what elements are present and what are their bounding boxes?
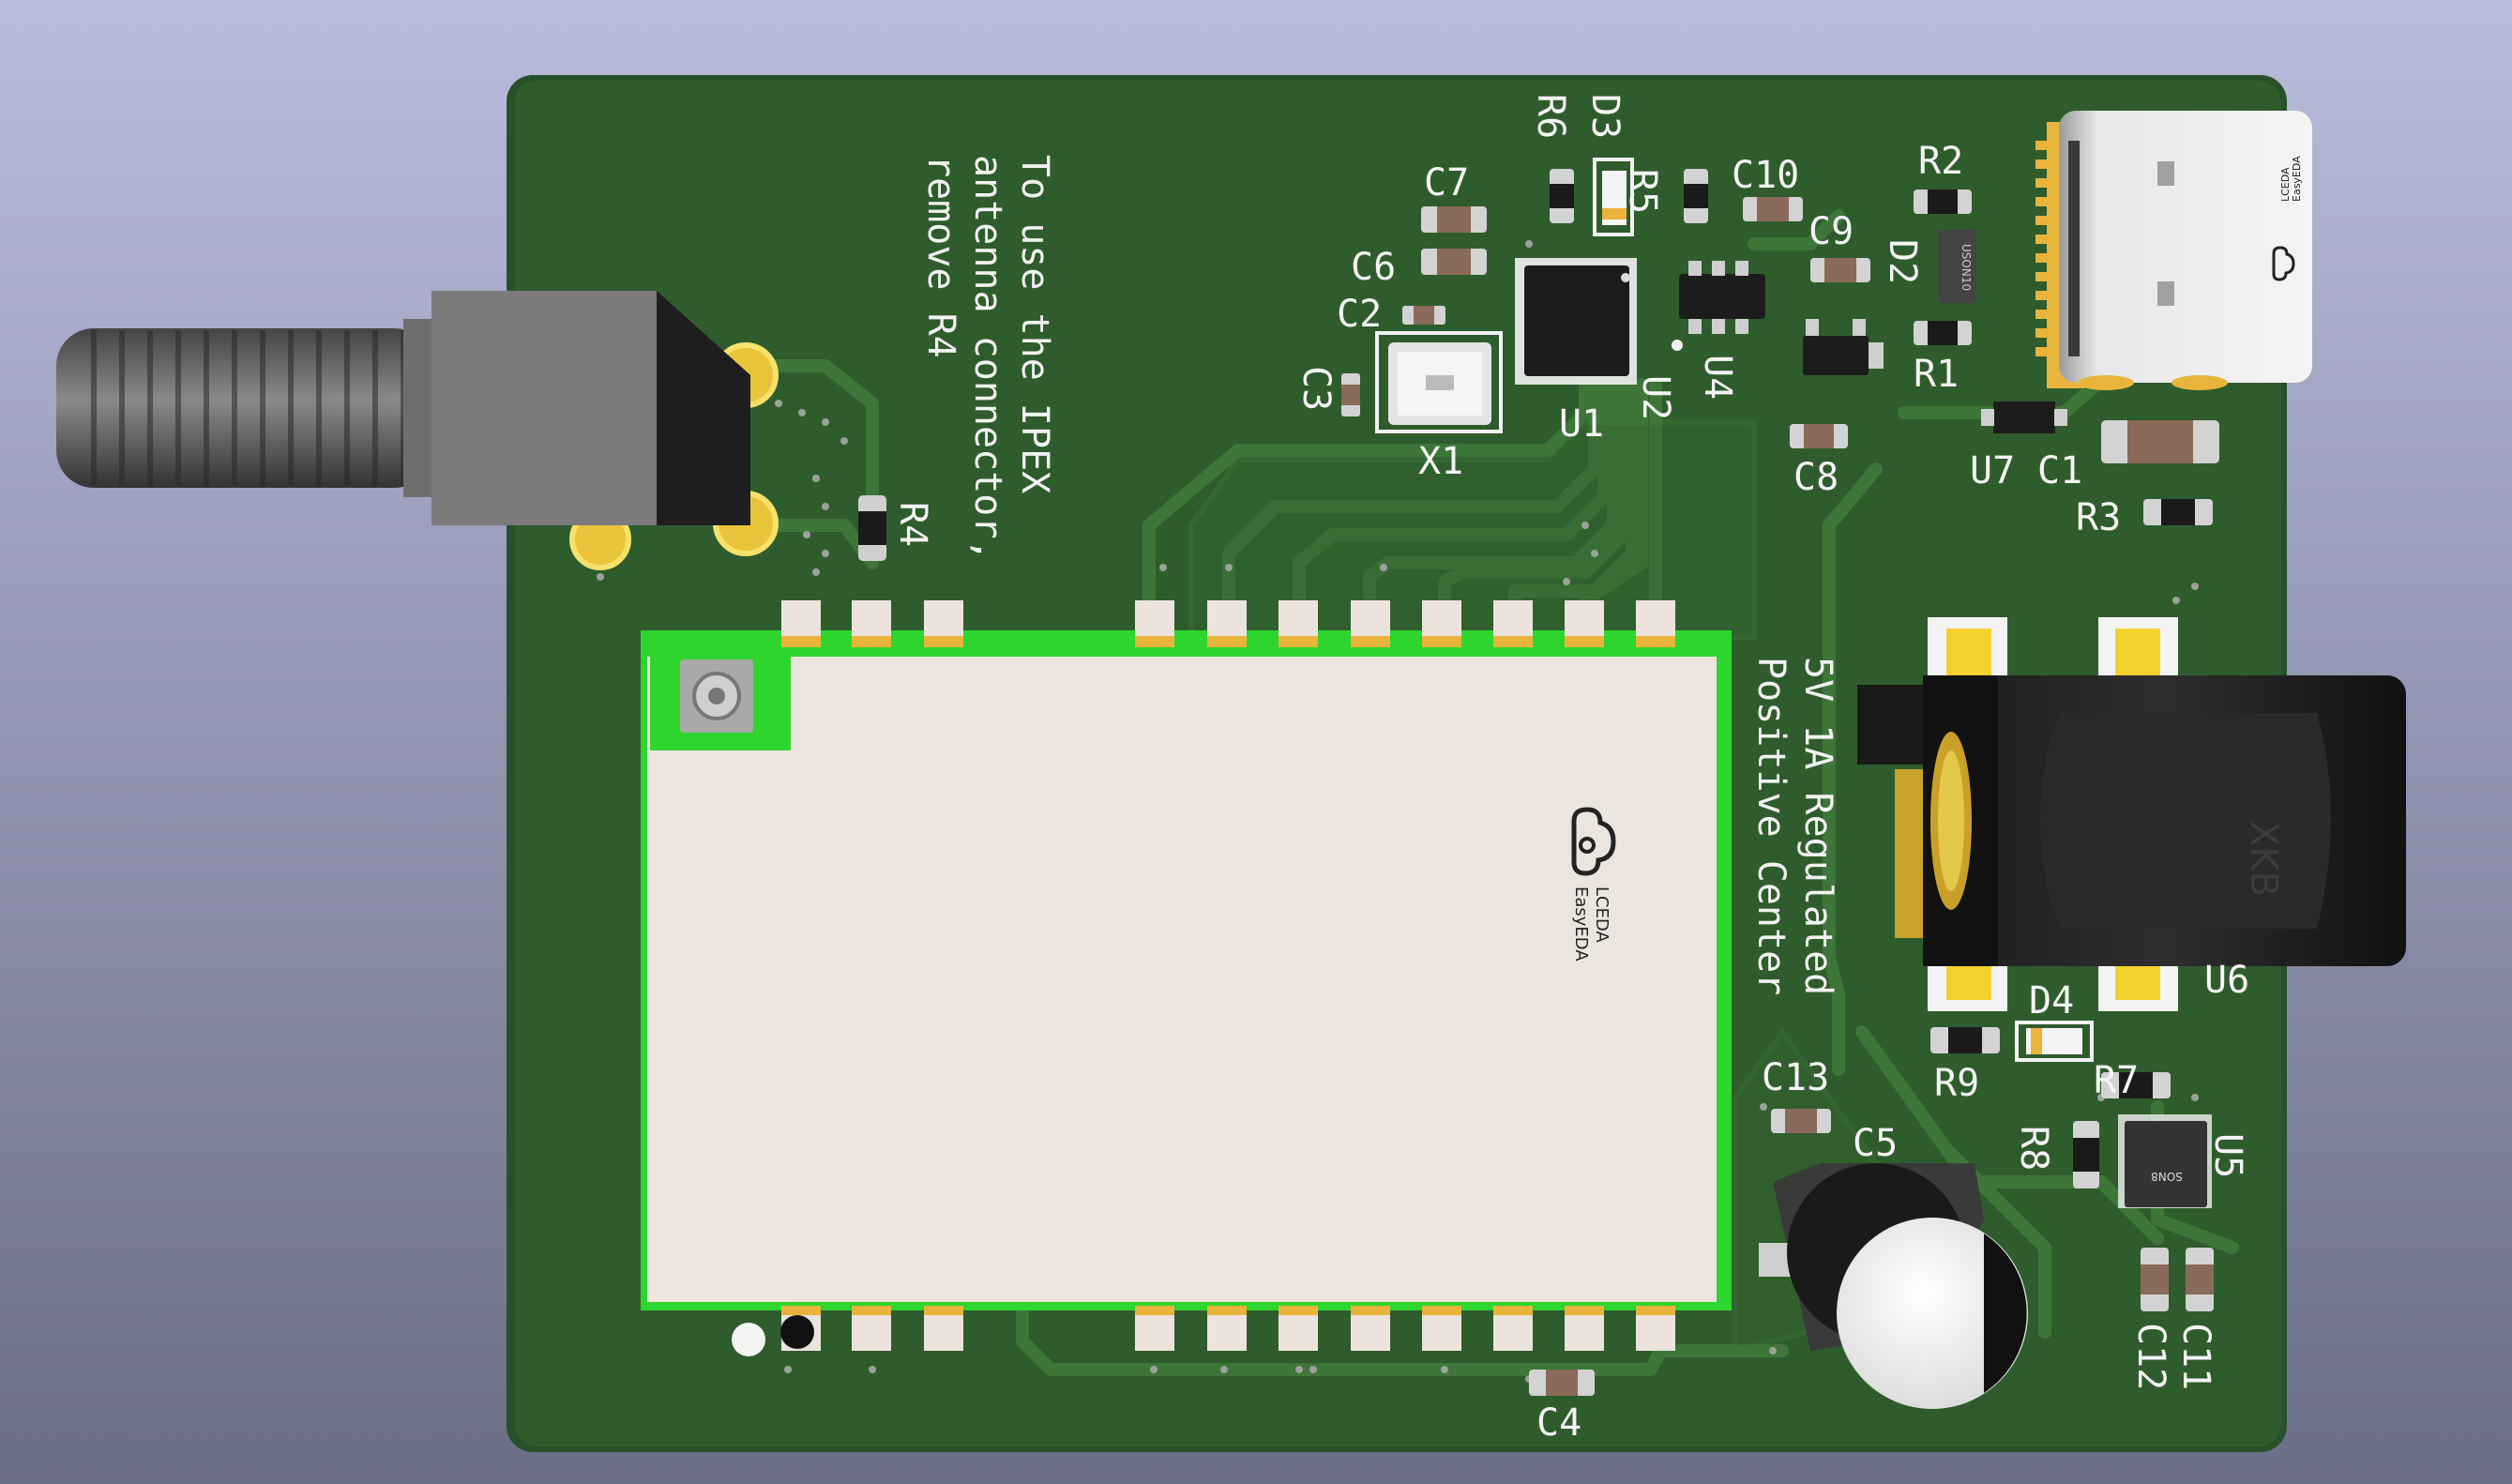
dc-barrel-jack: XKB xyxy=(1857,675,2406,966)
capacitor-C2 xyxy=(1402,306,1445,325)
resistor-R6 xyxy=(1550,169,1574,223)
label-C8: C8 xyxy=(1793,456,1839,499)
label-R8: R8 xyxy=(2012,1126,2055,1171)
ic-U1 xyxy=(1515,258,1637,385)
module-logo-line-2: EasyEDA xyxy=(1571,886,1591,962)
label-C6: C6 xyxy=(1351,246,1396,289)
resistor-R5 xyxy=(1684,169,1708,223)
module-logo-line-1: LCEDA xyxy=(1592,886,1612,944)
label-R5: R5 xyxy=(1621,169,1664,214)
pcb-3d-canvas[interactable]: To use the IPEX antenna connector, remov… xyxy=(0,0,2512,1484)
label-R1: R1 xyxy=(1914,353,1959,396)
label-C3: C3 xyxy=(1294,366,1338,411)
label-U2: U2 xyxy=(1634,375,1677,420)
crystal-X1 xyxy=(1375,331,1503,433)
label-R4: R4 xyxy=(891,502,934,547)
label-C5: C5 xyxy=(1853,1122,1898,1165)
ic-U7 xyxy=(1981,401,2067,433)
capacitor-C12 xyxy=(2141,1248,2169,1311)
label-R6: R6 xyxy=(1529,94,1572,139)
resistor-R8 xyxy=(2073,1121,2099,1189)
jack-marking: XKB xyxy=(2242,821,2285,897)
label-U7: U7 xyxy=(1970,449,2015,492)
label-C4: C4 xyxy=(1536,1401,1581,1445)
label-R7: R7 xyxy=(2094,1059,2139,1102)
ipex-note-line-1: To use the IPEX xyxy=(1013,155,1056,493)
capacitor-C4 xyxy=(1529,1370,1595,1396)
resistor-R3 xyxy=(2143,499,2213,525)
pcb-3d-viewer[interactable]: To use the IPEX antenna connector, remov… xyxy=(0,0,2512,1484)
capacitor-C6 xyxy=(1421,249,1487,275)
label-C11: C11 xyxy=(2174,1323,2217,1390)
d2-marking: USON10 xyxy=(1960,244,1973,291)
label-U5: U5 xyxy=(2206,1133,2249,1178)
label-R9: R9 xyxy=(1934,1062,1979,1105)
label-C1: C1 xyxy=(2037,449,2082,492)
label-C2: C2 xyxy=(1337,293,1382,336)
capacitor-C1 xyxy=(2101,420,2219,463)
wireless-module: LCEDA EasyEDA xyxy=(641,630,1732,1310)
label-R2: R2 xyxy=(1918,140,1963,183)
capacitor-C3 xyxy=(1341,373,1360,416)
ipex-note-line-2: antenna connector, xyxy=(966,155,1009,561)
label-U4: U4 xyxy=(1696,355,1739,400)
label-C13: C13 xyxy=(1762,1056,1829,1099)
capacitor-C10 xyxy=(1743,197,1803,221)
resistor-R4 xyxy=(858,495,886,561)
capacitor-C13 xyxy=(1771,1109,1831,1133)
label-R3: R3 xyxy=(2076,496,2121,539)
resistor-R1 xyxy=(1914,321,1972,345)
label-U6: U6 xyxy=(2204,959,2249,1002)
label-D4: D4 xyxy=(2029,979,2074,1022)
label-C10: C10 xyxy=(1732,154,1799,197)
label-C9: C9 xyxy=(1808,210,1854,253)
label-D3: D3 xyxy=(1583,94,1627,139)
usb-c-connector: LCEDA EasyEDA xyxy=(2035,111,2312,390)
power-note-line-2: Positive Center xyxy=(1749,657,1793,995)
diode-D2: USON10 xyxy=(1937,230,1976,303)
power-note-line-1: 5V 1A Regulated xyxy=(1796,657,1839,995)
label-U1: U1 xyxy=(1559,402,1604,446)
capacitor-C8 xyxy=(1790,424,1848,448)
resistor-R2 xyxy=(1914,189,1972,214)
usb-logo-line-2: EasyEDA xyxy=(2291,156,2303,202)
capacitor-C11 xyxy=(2186,1248,2214,1311)
label-C12: C12 xyxy=(2129,1323,2172,1390)
u5-marking: SON8 xyxy=(2151,1170,2183,1183)
capacitor-C9 xyxy=(1810,258,1870,282)
diode-D4 xyxy=(2015,1021,2094,1062)
ic-U5: SON8 xyxy=(2118,1114,2212,1208)
label-X1: X1 xyxy=(1418,440,1463,483)
label-C7: C7 xyxy=(1424,161,1469,204)
label-D2: D2 xyxy=(1881,239,1924,284)
ipex-note-line-3: remove R4 xyxy=(919,155,962,358)
capacitor-C7 xyxy=(1421,206,1487,233)
resistor-R9 xyxy=(1930,1027,2000,1053)
